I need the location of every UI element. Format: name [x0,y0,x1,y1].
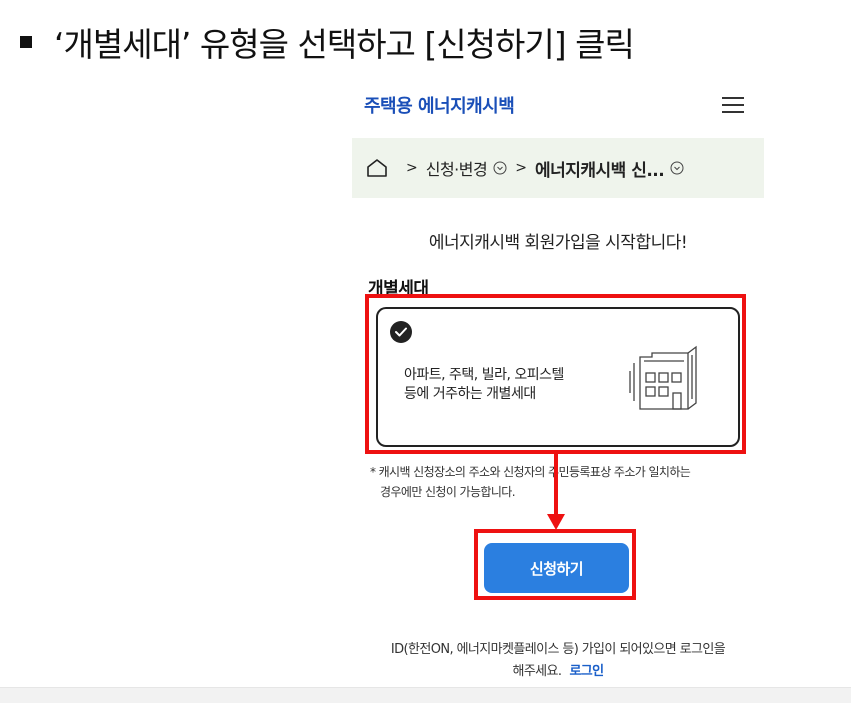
chevron-down-circle-icon[interactable] [670,161,684,175]
highlight-box-card [365,294,746,454]
login-prompt-text: 해주세요. [512,664,562,679]
chevron-down-circle-icon[interactable] [493,161,507,175]
breadcrumb-separator: > [515,160,527,176]
breadcrumb-item-current[interactable]: 에너지캐시백 신... [535,156,665,181]
login-prompt-line1: ID(한전ON, 에너지마켓플레이스 등) 가입이 되어있으면 로그인을 [390,642,726,657]
bullet-square [20,36,32,48]
instruction-banner: ‘개별세대’ 유형을 선택하고 [신청하기] 클릭 [14,14,635,70]
app-header: 주택용 에너지캐시백 [352,78,764,132]
arrow-down-icon [547,454,565,530]
instruction-text: ‘개별세대’ 유형을 선택하고 [신청하기] 클릭 [54,25,635,64]
breadcrumb: > 신청·변경 > 에너지캐시백 신... [352,138,764,198]
highlight-box-button [474,529,636,600]
home-icon[interactable] [366,158,388,178]
breadcrumb-separator: > [406,160,418,176]
login-prompt-line2: 해주세요. 로그인 [356,661,760,683]
bottom-bar [0,687,851,703]
breadcrumb-item-apply-change[interactable]: 신청·변경 [426,156,488,180]
login-link[interactable]: 로그인 [569,664,604,679]
hamburger-menu-icon[interactable] [722,97,744,113]
login-prompt: ID(한전ON, 에너지마켓플레이스 등) 가입이 되어있으면 로그인을 해주세… [356,639,760,683]
page-headline: 에너지캐시백 회원가입을 시작합니다! [428,233,688,253]
brand-logo[interactable]: 주택용 에너지캐시백 [364,92,515,118]
